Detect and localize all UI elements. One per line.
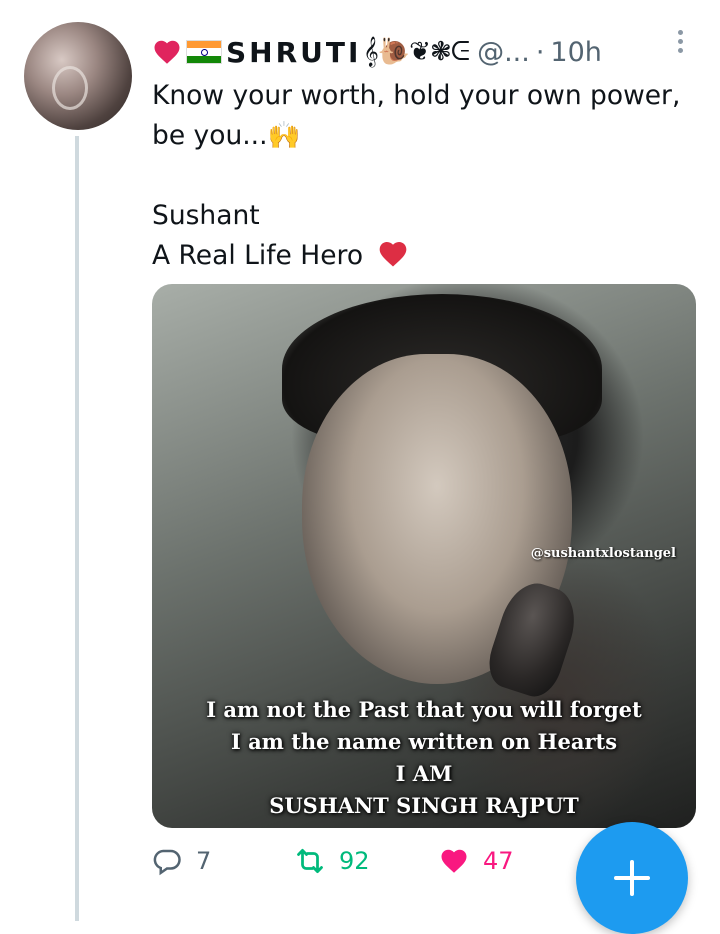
more-icon[interactable] bbox=[670, 30, 690, 60]
caption-line: I AM bbox=[395, 761, 453, 786]
retweet-button[interactable]: 92 bbox=[295, 846, 370, 876]
tweet-header: SHRUTI 𝄞🐌❦❃ᕮ @... · 10h bbox=[152, 30, 602, 74]
caption-line: I am not the Past that you will forget bbox=[206, 697, 642, 722]
tweet-line: A Real Life Hero bbox=[152, 240, 364, 271]
separator-dot: · bbox=[535, 36, 545, 68]
like-count: 47 bbox=[483, 847, 514, 875]
retweet-count: 92 bbox=[339, 847, 370, 875]
caption-line: SUSHANT SINGH RAJPUT bbox=[269, 793, 579, 818]
like-button[interactable]: 47 bbox=[439, 846, 514, 876]
reply-count: 7 bbox=[196, 847, 212, 875]
timestamp[interactable]: 10h bbox=[550, 37, 601, 68]
compose-button[interactable] bbox=[576, 822, 688, 934]
tweet-line: Sushant bbox=[152, 200, 260, 231]
reply-button[interactable]: 7 bbox=[152, 846, 211, 876]
heart-icon bbox=[154, 40, 180, 64]
tweet-line-with-heart: A Real Life Hero bbox=[152, 236, 702, 276]
tweet-line-break bbox=[152, 156, 702, 196]
compose-plus-icon bbox=[614, 860, 650, 896]
india-flag-icon bbox=[186, 40, 222, 64]
thread-line bbox=[75, 136, 79, 921]
tweet-actions: 7 92 47 bbox=[152, 846, 572, 890]
reply-icon bbox=[153, 849, 181, 876]
name-decoration: 𝄞🐌❦❃ᕮ bbox=[363, 36, 470, 67]
tweet-line: be you...🙌 bbox=[152, 120, 301, 151]
display-name[interactable]: SHRUTI bbox=[226, 36, 361, 69]
tweet-text: Know your worth, hold your own power, be… bbox=[152, 76, 702, 276]
like-icon bbox=[441, 849, 467, 873]
image-caption: I am not the Past that you will forget I… bbox=[152, 694, 696, 822]
user-handle[interactable]: @... bbox=[477, 37, 530, 68]
tweet-media-image[interactable]: @sushantxlostangel I am not the Past tha… bbox=[152, 284, 696, 828]
image-watermark: @sushantxlostangel bbox=[530, 546, 676, 561]
caption-line: I am the name written on Hearts bbox=[230, 729, 618, 754]
tweet-line: Know your worth, hold your own power, bbox=[152, 80, 681, 111]
retweet-icon bbox=[297, 849, 323, 873]
avatar[interactable] bbox=[24, 22, 132, 130]
red-heart-icon bbox=[380, 242, 407, 267]
